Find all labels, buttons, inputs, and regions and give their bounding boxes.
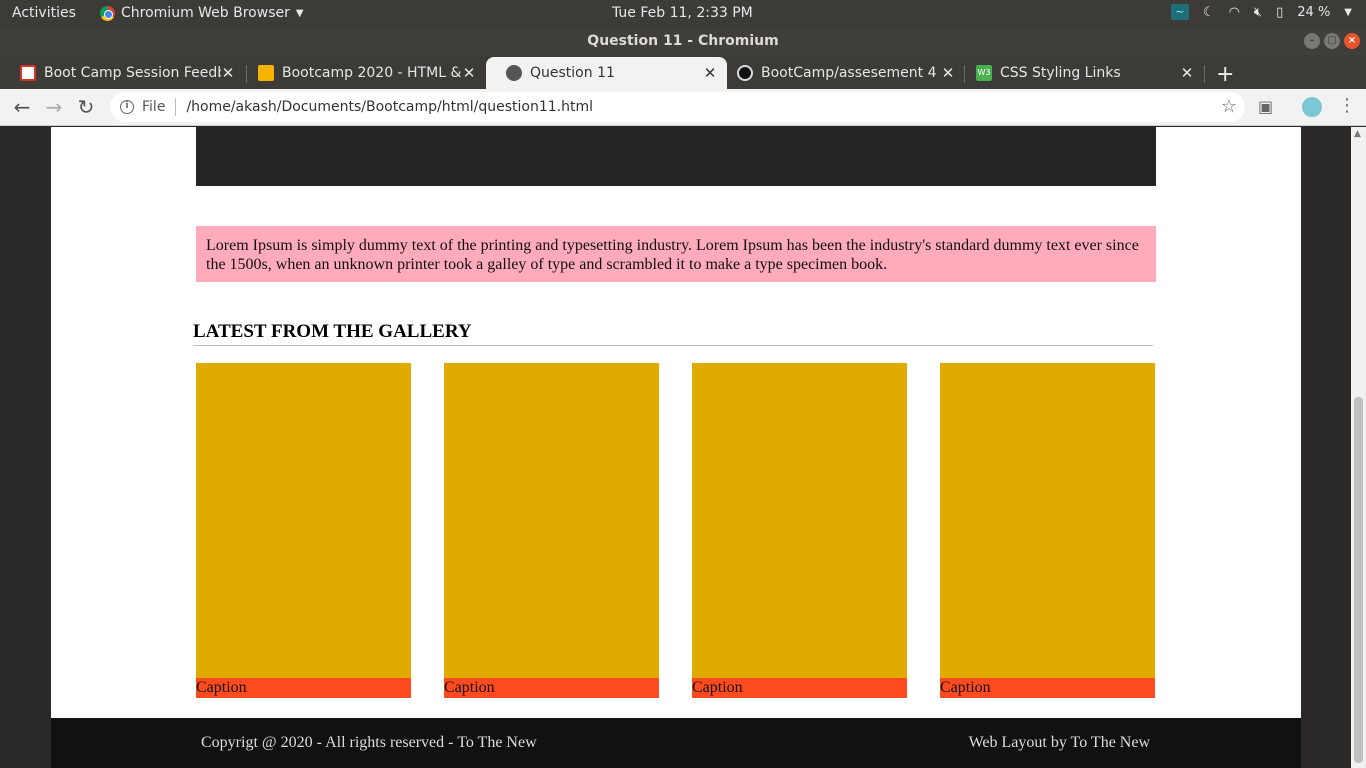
gallery-caption: Caption [940,678,1155,698]
wifi-icon: ◠ [1228,4,1240,20]
back-button[interactable]: ← [10,95,34,119]
battery-percent: 24 % [1297,4,1331,20]
page-footer: Copyrigt @ 2020 - All rights reserved - … [51,718,1301,768]
gallery-item: Caption [692,363,907,698]
menu-icon[interactable]: ⋮ [1338,95,1356,116]
browser-toolbar: ← → ↻ i File /home/akash/Documents/Bootc… [0,89,1366,126]
tab-label: Bootcamp 2020 - HTML & C [282,65,462,81]
tab-github-bootcamp[interactable]: BootCamp/assesement 4 ✕ [717,57,965,89]
volume-muted-icon: 🔇︎ [1253,4,1263,20]
gallery-heading: LATEST FROM THE GALLERY [193,321,1153,346]
address-bar[interactable]: i File /home/akash/Documents/Bootcamp/ht… [110,92,1245,122]
window-title-bar: Question 11 - Chromium – □ × [0,27,1366,55]
avatar[interactable] [1302,97,1322,117]
close-icon[interactable]: ✕ [221,64,235,82]
gallery-item: Caption [940,363,1155,698]
system-top-bar: Activities Chromium Web Browser ▼ Tue Fe… [0,0,1366,27]
reload-button[interactable]: ↻ [74,95,98,119]
bookmark-star-icon[interactable]: ☆ [1221,96,1237,117]
scheme-label: File [142,99,166,115]
scroll-up-arrow-icon[interactable]: ▲ [1354,129,1361,139]
tab-label: Boot Camp Session Feedb [44,65,221,81]
tab-label: BootCamp/assesement 4 [761,65,937,81]
clock[interactable]: Tue Feb 11, 2:33 PM [612,5,753,21]
gallery-caption: Caption [692,678,907,698]
gallery-caption: Caption [444,678,659,698]
close-window-button[interactable]: × [1344,33,1360,49]
url-text[interactable]: /home/akash/Documents/Bootcamp/html/ques… [186,99,593,115]
tab-label: Question 11 [530,65,615,81]
page-viewport: Lorem Ipsum is simply dummy text of the … [0,127,1351,768]
maximize-button[interactable]: □ [1324,33,1340,49]
app-menu-label: Chromium Web Browser [121,5,290,21]
banner-block [196,127,1156,186]
close-icon[interactable]: ✕ [703,64,717,82]
tab-css-styling-links[interactable]: W3 CSS Styling Links ✕ [956,57,1204,89]
css-icon: W3 [976,65,992,81]
lorem-paragraph: Lorem Ipsum is simply dummy text of the … [196,226,1156,282]
gallery-item: Caption [196,363,411,698]
scrollbar-thumb[interactable] [1354,397,1363,763]
tray-app-icon[interactable]: ~ [1170,4,1189,20]
tab-strip: Boot Camp Session Feedb ✕ Bootcamp 2020 … [0,55,1366,89]
tab-question-11[interactable]: Question 11 ✕ [486,57,727,89]
system-tray[interactable]: ~ ☾ ◠ 🔇︎ ▯ 24 % ▼ [1170,4,1352,20]
footer-credit: Web Layout by To The New [968,734,1150,751]
globe-icon [506,65,522,81]
close-icon[interactable]: ✕ [462,64,476,82]
tab-label: CSS Styling Links [1000,65,1121,81]
new-tab-button[interactable]: + [1216,62,1234,87]
window-title: Question 11 - Chromium [587,33,779,49]
chromium-icon [100,5,115,21]
night-light-icon: ☾ [1202,4,1215,20]
app-menu[interactable]: Chromium Web Browser ▼ [100,5,304,21]
info-icon[interactable]: i [120,100,134,114]
slides-icon [258,65,274,81]
footer-copyright: Copyrigt @ 2020 - All rights reserved - … [201,734,537,751]
battery-icon: ▯ [1276,4,1284,20]
gmail-icon [20,65,36,81]
gallery-item: Caption [444,363,659,698]
tab-bootcamp-2020[interactable]: Bootcamp 2020 - HTML & C ✕ [238,57,486,89]
minimize-button[interactable]: – [1304,33,1320,49]
tab-boot-camp-feedback[interactable]: Boot Camp Session Feedb ✕ [0,57,245,89]
vertical-scrollbar[interactable]: ▲ [1351,127,1366,768]
gallery-caption: Caption [196,678,411,698]
page-container: Lorem Ipsum is simply dummy text of the … [51,127,1301,718]
chevron-down-icon: ▼ [1344,6,1352,18]
forward-button[interactable]: → [42,95,66,119]
chevron-down-icon: ▼ [295,7,304,19]
close-icon[interactable]: ✕ [1180,64,1194,82]
activities-button[interactable]: Activities [12,5,76,21]
extension-icon[interactable]: ▣ [1258,97,1273,116]
close-icon[interactable]: ✕ [941,64,955,82]
github-icon [737,65,753,81]
